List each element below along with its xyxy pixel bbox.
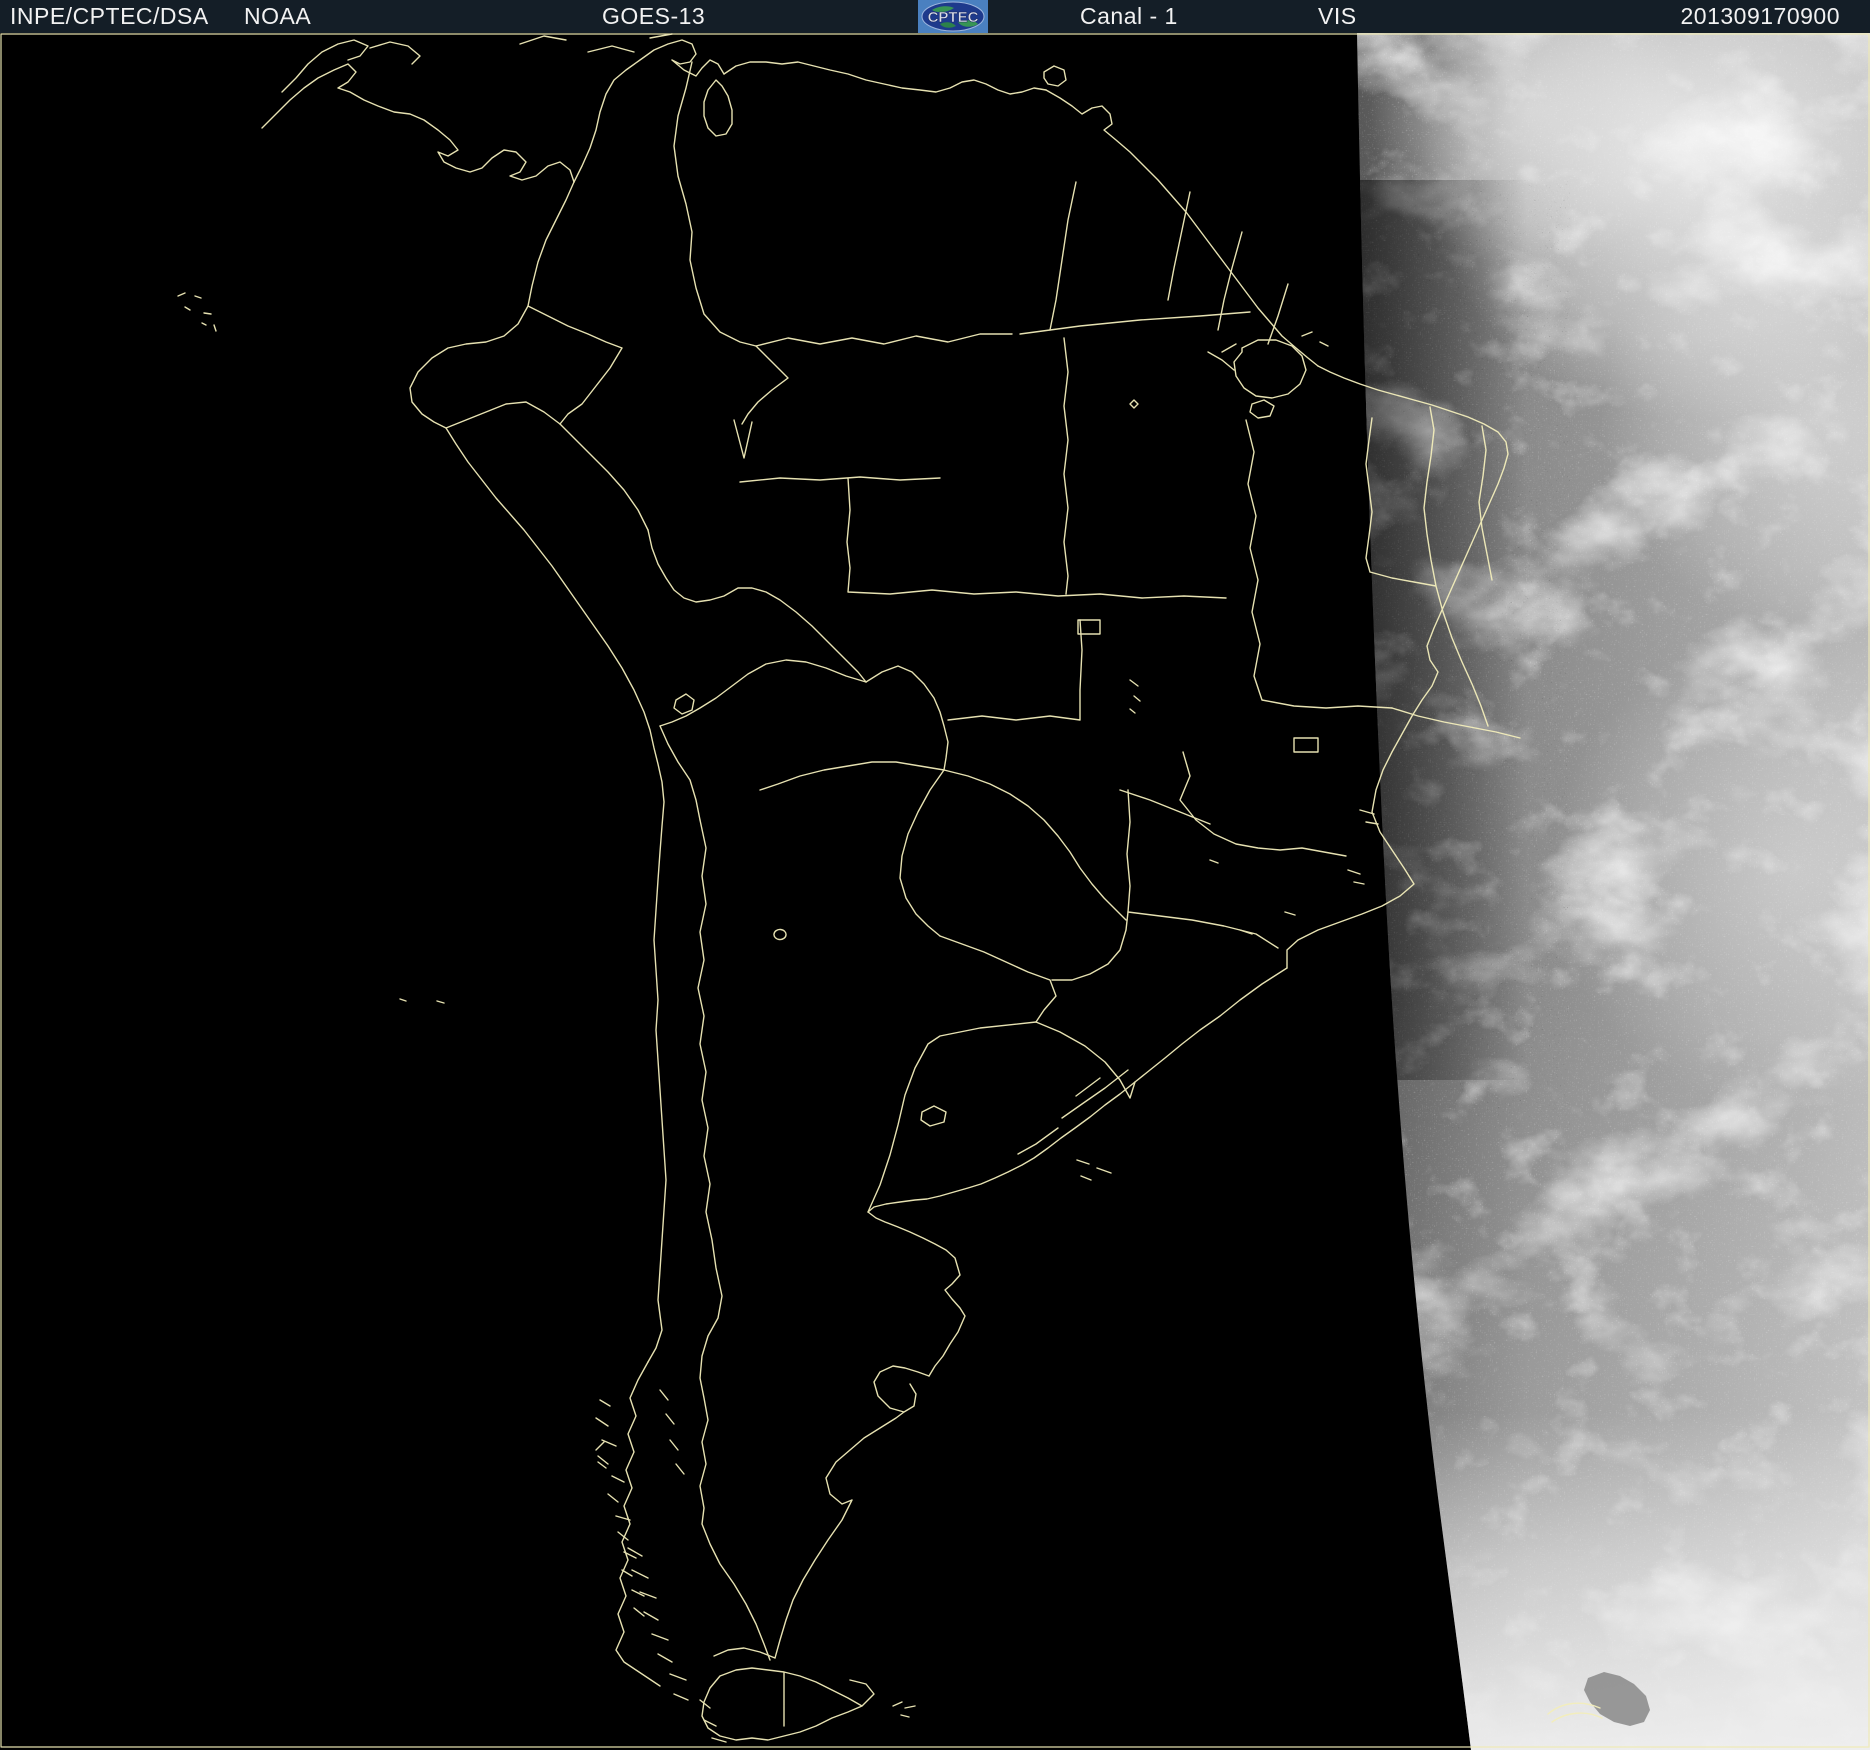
- goes-satellite-image: [0, 0, 1870, 1750]
- channel-label: Canal - 1: [1080, 3, 1178, 29]
- satellite-image-viewer: INPE/CPTEC/DSA NOAA GOES-13 Canal - 1 VI…: [0, 0, 1870, 1750]
- timestamp-label: 201309170900: [1680, 3, 1840, 29]
- agency-label: NOAA: [244, 3, 312, 29]
- satellite-map: [0, 0, 1870, 1750]
- band-label: VIS: [1318, 3, 1357, 29]
- satellite-label: GOES-13: [602, 3, 706, 29]
- source-label: INPE/CPTEC/DSA: [10, 3, 209, 29]
- header-bar: INPE/CPTEC/DSA NOAA GOES-13 Canal - 1 VI…: [0, 0, 1870, 33]
- cptec-logo-text: CPTEC: [928, 9, 979, 26]
- cptec-logo: CPTEC: [918, 0, 988, 33]
